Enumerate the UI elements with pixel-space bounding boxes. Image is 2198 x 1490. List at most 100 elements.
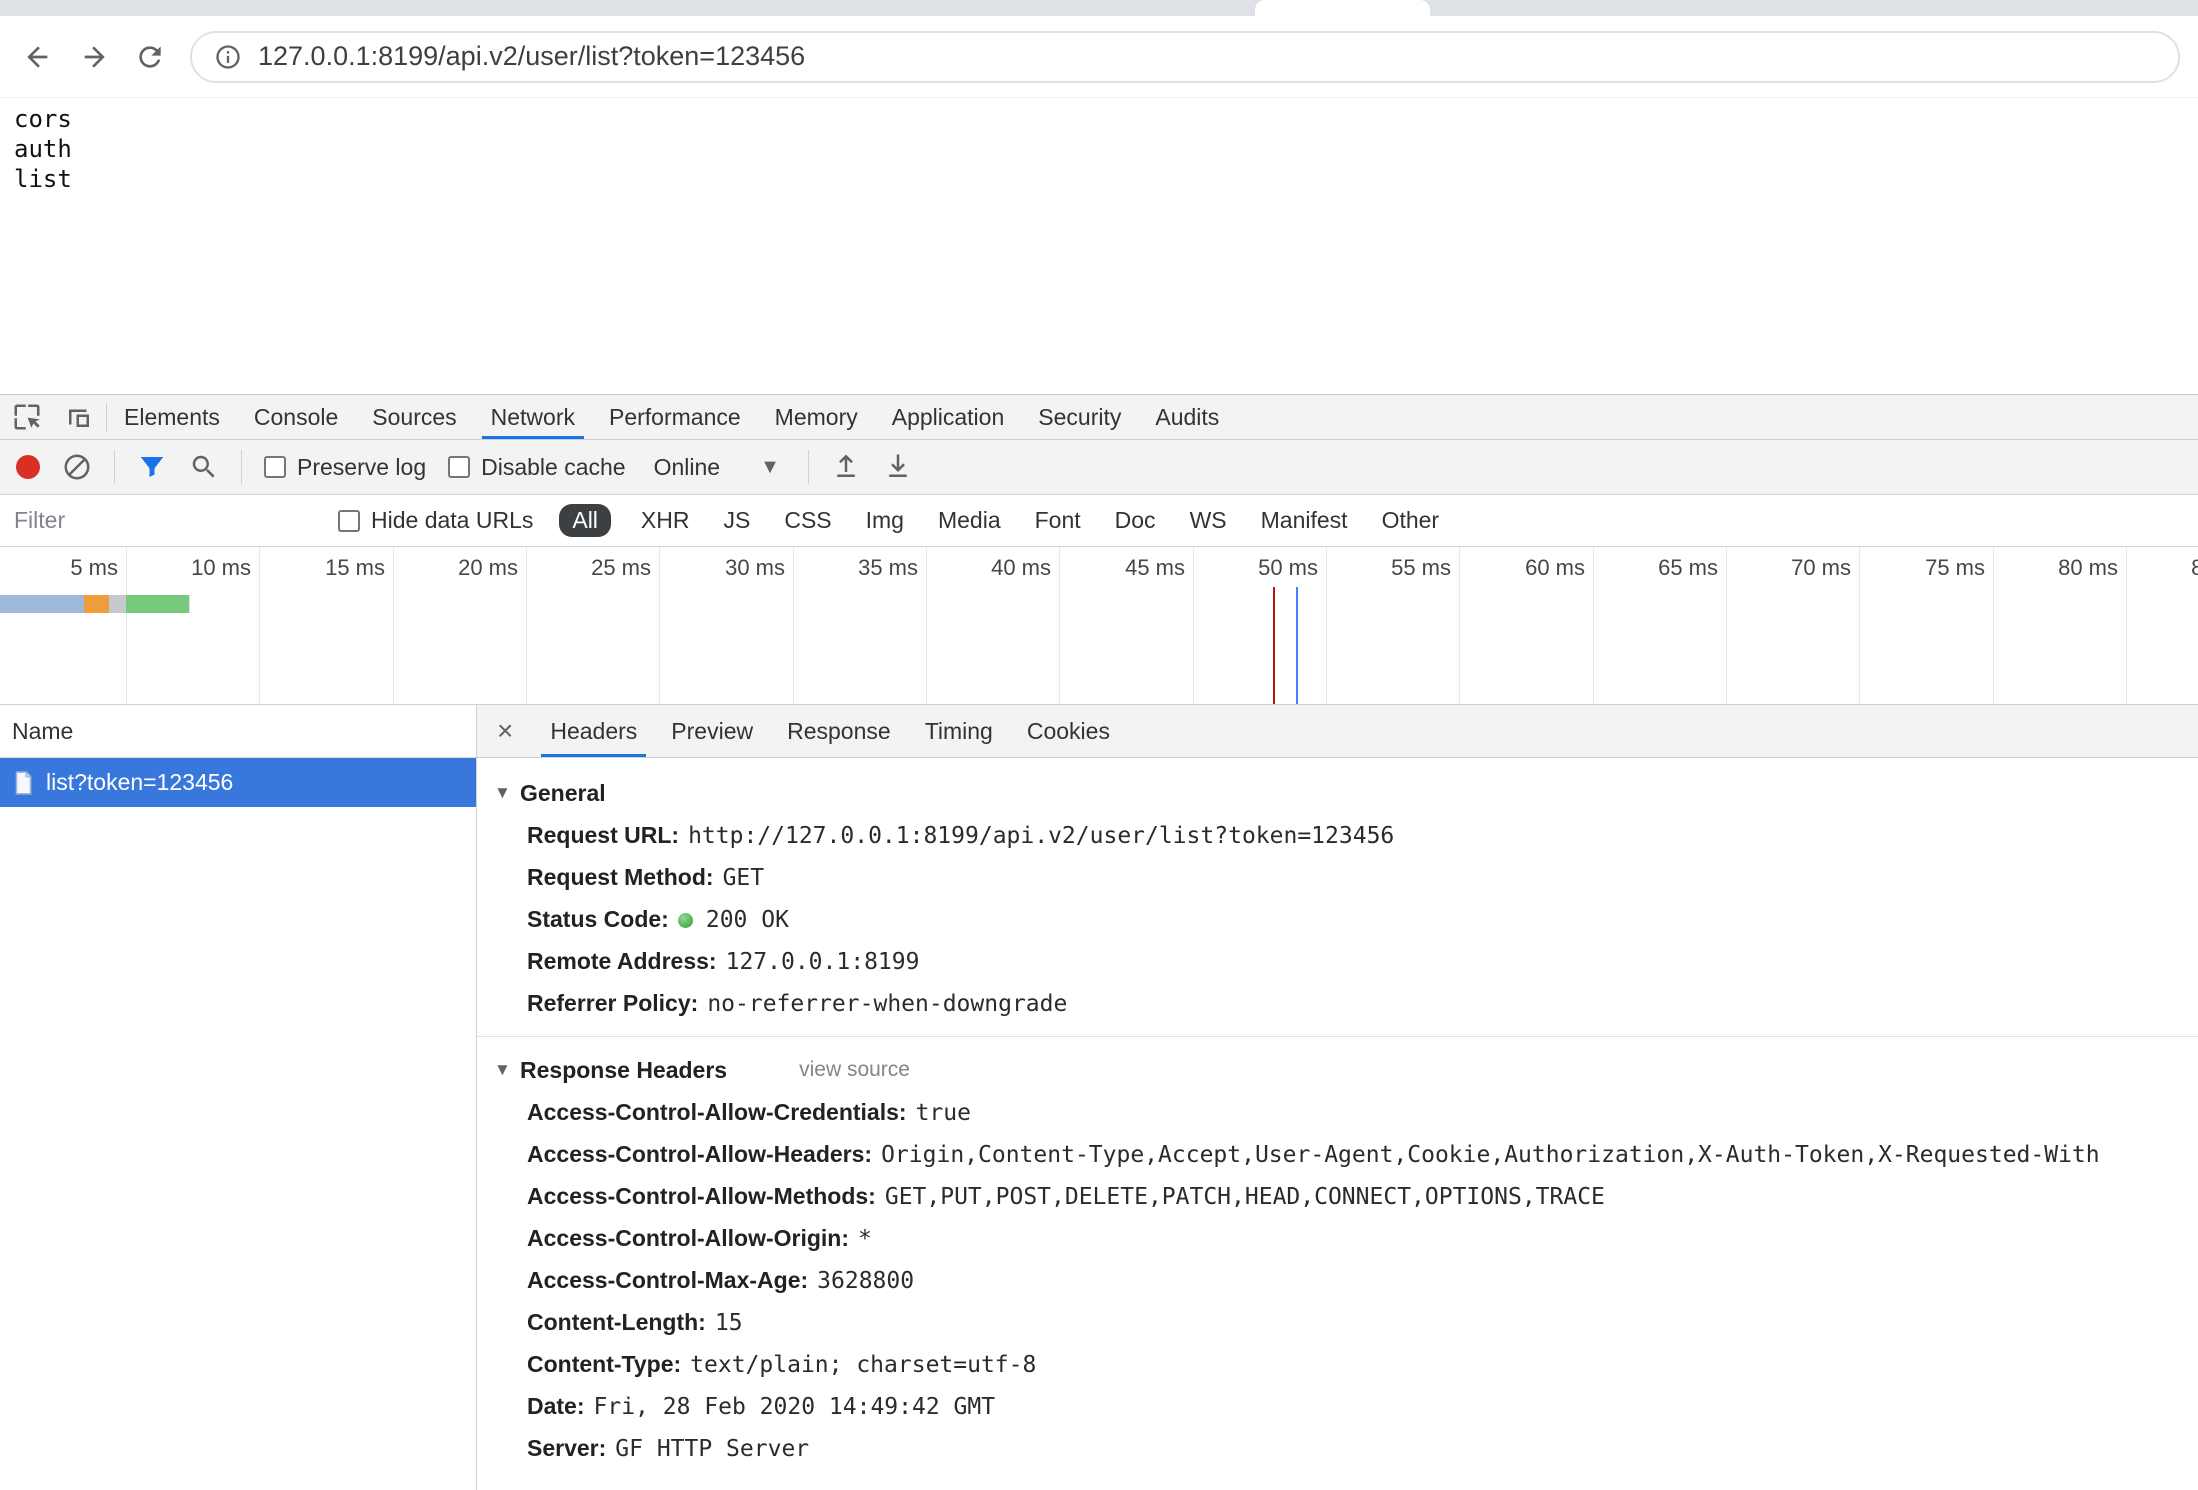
inspect-element-icon[interactable] xyxy=(12,402,42,432)
tab-network[interactable]: Network xyxy=(474,395,592,439)
tab-elements[interactable]: Elements xyxy=(107,395,237,439)
header-line: Content-Type:text/plain; charset=utf-8 xyxy=(494,1343,2198,1385)
type-filter-xhr[interactable]: XHR xyxy=(637,504,694,537)
page-content: cors auth list xyxy=(0,98,2198,394)
page-line: list xyxy=(14,164,2184,194)
view-source-link[interactable]: view source xyxy=(799,1058,910,1082)
tick-label: 60 ms xyxy=(1465,555,1585,581)
header-line: Request Method:GET xyxy=(494,856,2198,898)
details-tab-cookies[interactable]: Cookies xyxy=(1010,705,1127,757)
type-filter-img[interactable]: Img xyxy=(862,504,908,537)
response-headers-section-header[interactable]: ▼ Response Headers view source xyxy=(494,1049,2198,1091)
tick-label: 15 ms xyxy=(265,555,385,581)
hide-data-urls-label: Hide data URLs xyxy=(371,507,533,534)
tab-sources[interactable]: Sources xyxy=(355,395,473,439)
browser-window: 127.0.0.1:8199/api.v2/user/list?token=12… xyxy=(0,0,2198,1490)
request-row[interactable]: list?token=123456 xyxy=(0,758,476,807)
url-text: 127.0.0.1:8199/api.v2/user/list?token=12… xyxy=(258,41,805,72)
tab-strip xyxy=(0,0,2198,16)
devtools-panel: Elements Console Sources Network Perform… xyxy=(0,394,2198,1490)
tab-memory[interactable]: Memory xyxy=(758,395,875,439)
type-filter-doc[interactable]: Doc xyxy=(1111,504,1160,537)
type-filter-all[interactable]: All xyxy=(559,504,611,537)
general-section-header[interactable]: ▼ General xyxy=(494,772,2198,814)
type-filter-js[interactable]: JS xyxy=(719,504,754,537)
overview-wait-segment xyxy=(0,595,84,613)
back-arrow-icon xyxy=(22,41,54,73)
filter-icon[interactable] xyxy=(137,452,167,482)
record-button[interactable] xyxy=(16,455,40,479)
tick-label: 30 ms xyxy=(665,555,785,581)
forward-button[interactable] xyxy=(70,33,118,81)
overview-green-segment xyxy=(126,595,189,613)
tick-label: 80 ms xyxy=(1998,555,2118,581)
disable-cache-checkbox[interactable] xyxy=(448,456,470,478)
filter-input[interactable] xyxy=(12,506,312,535)
chevron-down-icon: ▼ xyxy=(760,456,780,479)
hide-data-urls-toggle[interactable]: Hide data URLs xyxy=(338,507,533,534)
tick-label: 65 ms xyxy=(1598,555,1718,581)
request-overview-bar[interactable] xyxy=(0,595,190,613)
disable-cache-label: Disable cache xyxy=(481,454,625,481)
header-line: Content-Length:15 xyxy=(494,1301,2198,1343)
name-column-header[interactable]: Name xyxy=(0,705,476,758)
page-line: cors xyxy=(14,104,2184,134)
header-line: Access-Control-Allow-Methods:GET,PUT,POS… xyxy=(494,1175,2198,1217)
preserve-log-checkbox[interactable] xyxy=(264,456,286,478)
tab-performance[interactable]: Performance xyxy=(592,395,758,439)
details-tab-response[interactable]: Response xyxy=(770,705,908,757)
header-line: Remote Address:127.0.0.1:8199 xyxy=(494,940,2198,982)
search-icon[interactable] xyxy=(189,452,219,482)
overview-orange-segment xyxy=(84,595,109,613)
header-line: Access-Control-Allow-Origin:* xyxy=(494,1217,2198,1259)
details-tab-preview[interactable]: Preview xyxy=(654,705,770,757)
tick-label: 55 ms xyxy=(1331,555,1451,581)
export-har-icon[interactable] xyxy=(883,452,913,482)
reload-button[interactable] xyxy=(126,33,174,81)
type-filter-css[interactable]: CSS xyxy=(780,504,835,537)
type-filter-manifest[interactable]: Manifest xyxy=(1257,504,1352,537)
tab-audits[interactable]: Audits xyxy=(1138,395,1236,439)
info-icon[interactable] xyxy=(214,43,242,71)
network-timeline[interactable]: 5 ms 10 ms 15 ms 20 ms 25 ms 30 ms 35 ms… xyxy=(0,547,2198,705)
back-button[interactable] xyxy=(14,33,62,81)
tick-label: 10 ms xyxy=(131,555,251,581)
tick-label: 70 ms xyxy=(1731,555,1851,581)
throttling-select[interactable]: Online ▼ xyxy=(648,454,786,481)
details-tab-headers[interactable]: Headers xyxy=(533,705,654,757)
details-tabbar: × Headers Preview Response Timing Cookie… xyxy=(477,705,2198,758)
type-filter-ws[interactable]: WS xyxy=(1186,504,1231,537)
clear-icon[interactable] xyxy=(62,452,92,482)
tab-console[interactable]: Console xyxy=(237,395,355,439)
details-tab-timing[interactable]: Timing xyxy=(908,705,1010,757)
type-filter-media[interactable]: Media xyxy=(934,504,1005,537)
import-har-icon[interactable] xyxy=(831,452,861,482)
tick-label: 45 ms xyxy=(1065,555,1185,581)
close-details-button[interactable]: × xyxy=(477,705,533,757)
header-line: Server:GF HTTP Server xyxy=(494,1427,2198,1469)
section-title: Response Headers xyxy=(520,1057,727,1084)
tab-security[interactable]: Security xyxy=(1021,395,1138,439)
network-toolbar: Preserve log Disable cache Online ▼ xyxy=(0,440,2198,495)
requests-panel: Name list?token=123456 xyxy=(0,705,477,1490)
tick-label: 85 ms xyxy=(2131,555,2198,581)
address-bar[interactable]: 127.0.0.1:8199/api.v2/user/list?token=12… xyxy=(190,31,2180,83)
header-line: Status Code:200 OK xyxy=(494,898,2198,940)
tab-application[interactable]: Application xyxy=(875,395,1022,439)
gridline xyxy=(793,547,794,704)
gridline xyxy=(1993,547,1994,704)
device-toolbar-icon[interactable] xyxy=(64,402,94,432)
triangle-down-icon: ▼ xyxy=(494,1060,512,1080)
hide-data-urls-checkbox[interactable] xyxy=(338,510,360,532)
type-filter-font[interactable]: Font xyxy=(1031,504,1085,537)
preserve-log-toggle[interactable]: Preserve log xyxy=(264,454,426,481)
header-line: Referrer Policy:no-referrer-when-downgra… xyxy=(494,982,2198,1024)
header-line: Access-Control-Allow-Credentials:true xyxy=(494,1091,2198,1133)
separator xyxy=(808,450,809,484)
gridline xyxy=(526,547,527,704)
network-main: Name list?token=123456 × Headers Preview… xyxy=(0,705,2198,1490)
type-filter-other[interactable]: Other xyxy=(1378,504,1444,537)
browser-toolbar: 127.0.0.1:8199/api.v2/user/list?token=12… xyxy=(0,16,2198,98)
disable-cache-toggle[interactable]: Disable cache xyxy=(448,454,625,481)
status-ok-icon xyxy=(678,913,693,928)
